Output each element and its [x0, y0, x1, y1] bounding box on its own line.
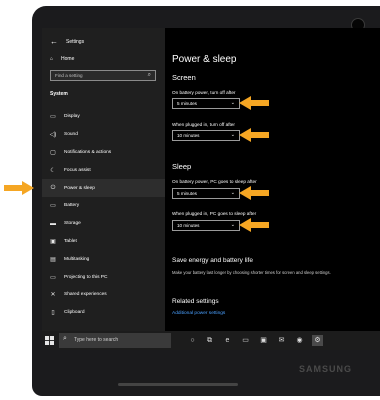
- sidebar-item-label: Projecting to this PC: [64, 274, 108, 280]
- search-icon: ⌕: [147, 72, 151, 78]
- sidebar-item-label: Focus assist: [64, 167, 91, 173]
- settings-sidebar: ← Settings ⌂ Home Find a setting ⌕ Syste…: [42, 28, 165, 331]
- sidebar-item-label: Display: [64, 114, 80, 120]
- save-energy-heading: Save energy and battery life: [172, 257, 253, 264]
- mail-icon[interactable]: ✉: [276, 335, 287, 346]
- sleep-plugged-label: When plugged in, PC goes to sleep after: [172, 211, 257, 216]
- chevron-down-icon: ⌄: [230, 222, 235, 228]
- callout-arrow-sleep-battery: [239, 186, 269, 200]
- projecting-icon: ▭: [50, 274, 56, 281]
- save-energy-description: Make your battery last longer by choosin…: [172, 270, 331, 275]
- dropdown-value: 5 minutes: [177, 101, 197, 106]
- task-view-icon[interactable]: ⧉: [204, 335, 215, 346]
- sidebar-item-multitasking[interactable]: ▤ Multitasking: [42, 250, 165, 268]
- sidebar-item-battery[interactable]: ▭ Battery: [42, 197, 165, 215]
- find-setting-input[interactable]: Find a setting ⌕: [50, 70, 156, 81]
- taskbar: ⌕ Type here to search ○ ⧉ e ▭ ▣ ✉ ◉ ⚙: [42, 331, 380, 350]
- store-icon[interactable]: ▣: [258, 335, 269, 346]
- sidebar-item-label: Power & sleep: [64, 185, 95, 191]
- multitasking-icon: ▤: [50, 256, 56, 263]
- settings-gear-icon[interactable]: ⚙: [312, 335, 323, 346]
- sidebar-item-label: Battery: [64, 203, 80, 209]
- screen-plugged-dropdown[interactable]: 10 minutes ⌄: [172, 130, 240, 141]
- sidebar-item-label: Notifications & actions: [64, 149, 112, 155]
- home-icon: ⌂: [50, 56, 54, 62]
- taskbar-search-placeholder: Type here to search: [74, 337, 119, 343]
- chevron-down-icon: ⌄: [230, 190, 235, 196]
- screen-section-heading: Screen: [172, 73, 196, 82]
- sound-icon: ◁): [49, 132, 57, 139]
- shared-experiences-icon: ✕: [50, 292, 56, 299]
- battery-icon: ▭: [50, 203, 56, 210]
- chevron-down-icon: ⌄: [230, 132, 235, 138]
- windows-start-icon[interactable]: [45, 336, 54, 345]
- sidebar-item-projecting[interactable]: ▭ Projecting to this PC: [42, 268, 165, 286]
- clipboard-icon: ▯: [51, 310, 55, 317]
- sidebar-item-label: Storage: [64, 221, 81, 227]
- sleep-plugged-dropdown[interactable]: 10 minutes ⌄: [172, 220, 240, 231]
- home-nav-item[interactable]: ⌂ Home: [50, 56, 74, 62]
- settings-content: Power & sleep Screen On battery power, t…: [165, 28, 380, 331]
- power-icon: ⏻: [50, 184, 56, 191]
- display-icon: ▭: [50, 114, 56, 121]
- related-settings-heading: Related settings: [172, 298, 219, 305]
- section-heading-system: System: [50, 91, 68, 97]
- sidebar-item-display[interactable]: ▭ Display: [42, 108, 165, 126]
- laptop-hinge: [118, 383, 238, 386]
- screen-battery-label: On battery power, turn off after: [172, 90, 236, 95]
- sidebar-item-label: Shared experiences: [64, 292, 107, 298]
- callout-arrow-sleep-plugged: [239, 218, 269, 232]
- callout-arrow-screen-battery: [239, 96, 269, 110]
- sidebar-item-clipboard[interactable]: ▯ Clipboard: [42, 304, 165, 322]
- app-icon[interactable]: ◉: [294, 335, 305, 346]
- sidebar-item-sound[interactable]: ◁) Sound: [42, 126, 165, 144]
- screen-battery-dropdown[interactable]: 5 minutes ⌄: [172, 98, 240, 109]
- title-bar: ← Settings: [50, 37, 84, 46]
- screen-plugged-label: When plugged in, turn off after: [172, 122, 235, 127]
- sidebar-item-notifications[interactable]: ▢ Notifications & actions: [42, 144, 165, 162]
- edge-icon[interactable]: e: [222, 335, 233, 346]
- back-arrow-icon[interactable]: ←: [50, 37, 58, 46]
- taskbar-search-input[interactable]: ⌕ Type here to search: [59, 333, 171, 348]
- sidebar-item-label: Sound: [64, 132, 78, 138]
- callout-arrow-power-sleep: [4, 181, 34, 195]
- dropdown-value: 5 minutes: [177, 191, 197, 196]
- sleep-battery-dropdown[interactable]: 5 minutes ⌄: [172, 188, 240, 199]
- sidebar-item-power-sleep[interactable]: ⏻ Power & sleep: [42, 179, 165, 197]
- tablet-icon: ▣: [50, 238, 56, 245]
- storage-icon: ▬: [50, 220, 56, 227]
- chevron-down-icon: ⌄: [230, 100, 235, 106]
- additional-power-settings-link[interactable]: Additional power settings: [172, 311, 225, 316]
- dropdown-value: 10 minutes: [177, 223, 200, 228]
- focus-assist-icon: ☾: [50, 167, 56, 174]
- sidebar-item-label: Tablet: [64, 238, 77, 244]
- file-explorer-icon[interactable]: ▭: [240, 335, 251, 346]
- notifications-icon: ▢: [50, 149, 56, 156]
- sidebar-item-label: Clipboard: [64, 310, 85, 316]
- callout-arrow-screen-plugged: [239, 128, 269, 142]
- sidebar-item-storage[interactable]: ▬ Storage: [42, 215, 165, 233]
- page-title: Power & sleep: [172, 54, 237, 65]
- dropdown-value: 10 minutes: [177, 133, 200, 138]
- home-label: Home: [61, 56, 75, 62]
- cortana-icon[interactable]: ○: [187, 335, 198, 346]
- screen: ← Settings ⌂ Home Find a setting ⌕ Syste…: [42, 28, 380, 350]
- sidebar-item-label: Multitasking: [64, 256, 90, 262]
- sidebar-item-tablet[interactable]: ▣ Tablet: [42, 233, 165, 251]
- search-icon: ⌕: [63, 335, 67, 342]
- window-title: Settings: [66, 38, 85, 45]
- find-setting-placeholder: Find a setting: [55, 73, 83, 78]
- sidebar-item-focus-assist[interactable]: ☾ Focus assist: [42, 161, 165, 179]
- sleep-battery-label: On battery power, PC goes to sleep after: [172, 179, 257, 184]
- sleep-section-heading: Sleep: [172, 162, 192, 171]
- brand-logo: SAMSUNG: [299, 364, 353, 374]
- system-nav-list: ▭ Display ◁) Sound ▢ Notifications & act…: [42, 108, 165, 322]
- sidebar-item-shared-experiences[interactable]: ✕ Shared experiences: [42, 286, 165, 304]
